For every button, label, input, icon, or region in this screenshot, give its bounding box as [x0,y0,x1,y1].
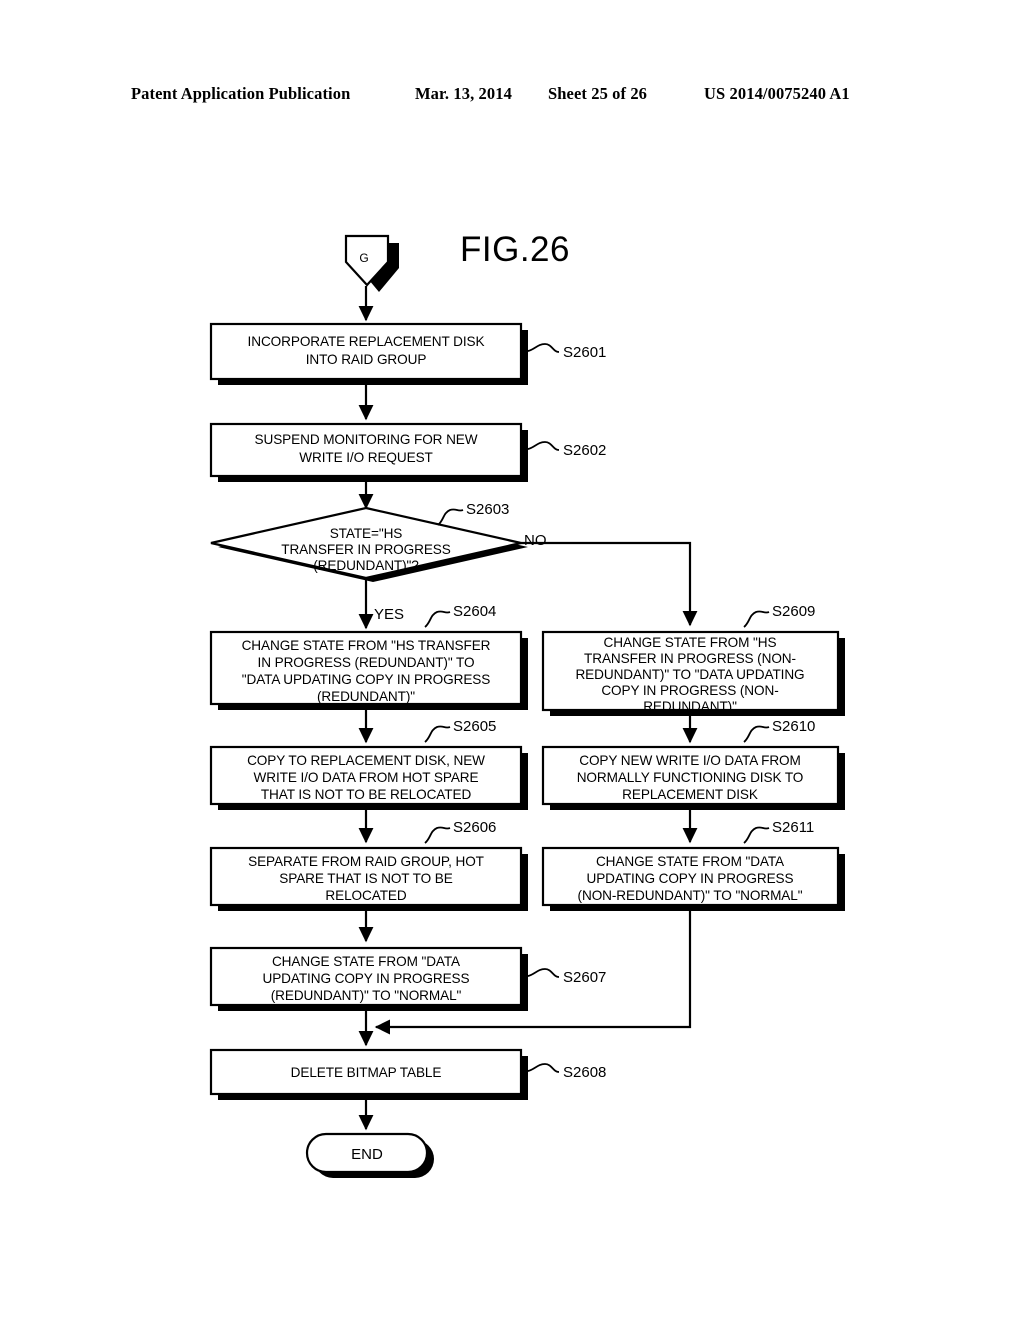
branch-label-yes: YES [374,606,404,623]
node-end-label: END [351,1146,383,1163]
node-s2601-line-0: INCORPORATE REPLACEMENT DISK [248,334,485,349]
node-s2604-line-0: CHANGE STATE FROM "HS TRANSFER [242,638,491,653]
node-s2606-line-1: SPARE THAT IS NOT TO BE [279,871,452,886]
connector-g-label: G [359,251,368,265]
node-s2601-step-label: S2601 [563,344,606,361]
edge-s2603-no [521,541,698,627]
node-s2609-line-4: REDUNDANT)" [643,699,737,714]
node-s2606-line-0: SEPARATE FROM RAID GROUP, HOT [248,854,484,869]
node-s2603: STATE="HS TRANSFER IN PROGRESS (REDUNDAN… [210,501,528,582]
node-s2609-line-3: COPY IN PROGRESS (NON- [601,683,778,698]
node-s2609: CHANGE STATE FROM "HS TRANSFER IN PROGRE… [541,603,845,716]
node-s2604-line-1: IN PROGRESS (REDUNDANT)" TO [258,655,475,670]
node-s2610-step-label: S2610 [772,718,815,735]
branch-label-no: NO [524,532,547,549]
node-s2607-step-label: S2607 [563,969,606,986]
node-s2601: INCORPORATE REPLACEMENT DISK INTO RAID G… [209,322,606,385]
node-s2610-line-1: NORMALLY FUNCTIONING DISK TO [577,770,804,785]
node-s2607: CHANGE STATE FROM "DATA UPDATING COPY IN… [209,946,606,1011]
node-s2609-line-0: CHANGE STATE FROM "HS [604,635,777,650]
node-s2608-line-0: DELETE BITMAP TABLE [291,1065,442,1080]
node-s2604-step-label: S2604 [453,603,496,620]
node-s2611-step-label: S2611 [772,819,814,836]
node-s2604-line-2: "DATA UPDATING COPY IN PROGRESS [242,672,491,687]
node-s2607-line-0: CHANGE STATE FROM "DATA [272,954,461,969]
node-s2605-line-2: THAT IS NOT TO BE RELOCATED [261,787,472,802]
node-s2607-line-1: UPDATING COPY IN PROGRESS [263,971,470,986]
node-s2603-line-1: TRANSFER IN PROGRESS [281,542,450,557]
node-s2602-step-label: S2602 [563,442,606,459]
node-s2608: DELETE BITMAP TABLE S2608 [209,1048,606,1100]
node-s2609-line-1: TRANSFER IN PROGRESS (NON- [584,651,796,666]
node-s2604-line-3: (REDUNDANT)" [317,689,415,704]
node-end: END [305,1132,434,1178]
node-s2609-step-label: S2609 [772,603,815,620]
patent-page: Patent Application Publication Mar. 13, … [0,0,1024,1320]
node-s2610-line-2: REPLACEMENT DISK [622,787,758,802]
node-s2611-line-1: UPDATING COPY IN PROGRESS [587,871,794,886]
node-s2605-step-label: S2605 [453,718,496,735]
node-s2605-line-0: COPY TO REPLACEMENT DISK, NEW [247,753,485,768]
connector-g: G [344,234,399,292]
node-s2602-line-1: WRITE I/O REQUEST [299,450,433,465]
node-s2605-line-1: WRITE I/O DATA FROM HOT SPARE [254,770,479,785]
node-s2606-line-2: RELOCATED [325,888,406,903]
node-s2603-step-label: S2603 [466,501,509,518]
node-s2604: CHANGE STATE FROM "HS TRANSFER IN PROGRE… [209,603,528,710]
node-s2610-line-0: COPY NEW WRITE I/O DATA FROM [579,753,801,768]
node-s2601-line-1: INTO RAID GROUP [306,352,427,367]
node-s2611-line-0: CHANGE STATE FROM "DATA [596,854,785,869]
node-s2607-line-2: (REDUNDANT)" TO "NORMAL" [271,988,462,1003]
node-s2602: SUSPEND MONITORING FOR NEW WRITE I/O REQ… [209,422,606,482]
node-s2611-line-2: (NON-REDUNDANT)" TO "NORMAL" [578,888,803,903]
node-s2608-step-label: S2608 [563,1064,606,1081]
node-s2603-line-0: STATE="HS [330,526,403,541]
node-s2602-line-0: SUSPEND MONITORING FOR NEW [255,432,478,447]
node-s2609-line-2: REDUNDANT)" TO "DATA UPDATING [575,667,804,682]
node-s2606-step-label: S2606 [453,819,496,836]
node-s2606: SEPARATE FROM RAID GROUP, HOT SPARE THAT… [209,819,528,911]
node-s2603-line-2: (REDUNDANT)"? [313,558,419,573]
node-s2610: COPY NEW WRITE I/O DATA FROM NORMALLY FU… [541,718,845,810]
node-s2605: COPY TO REPLACEMENT DISK, NEW WRITE I/O … [209,718,528,810]
node-s2611: CHANGE STATE FROM "DATA UPDATING COPY IN… [541,819,845,911]
flowchart: G INCORPORATE REPLACEMENT DISK INTO RAID… [209,234,845,1178]
